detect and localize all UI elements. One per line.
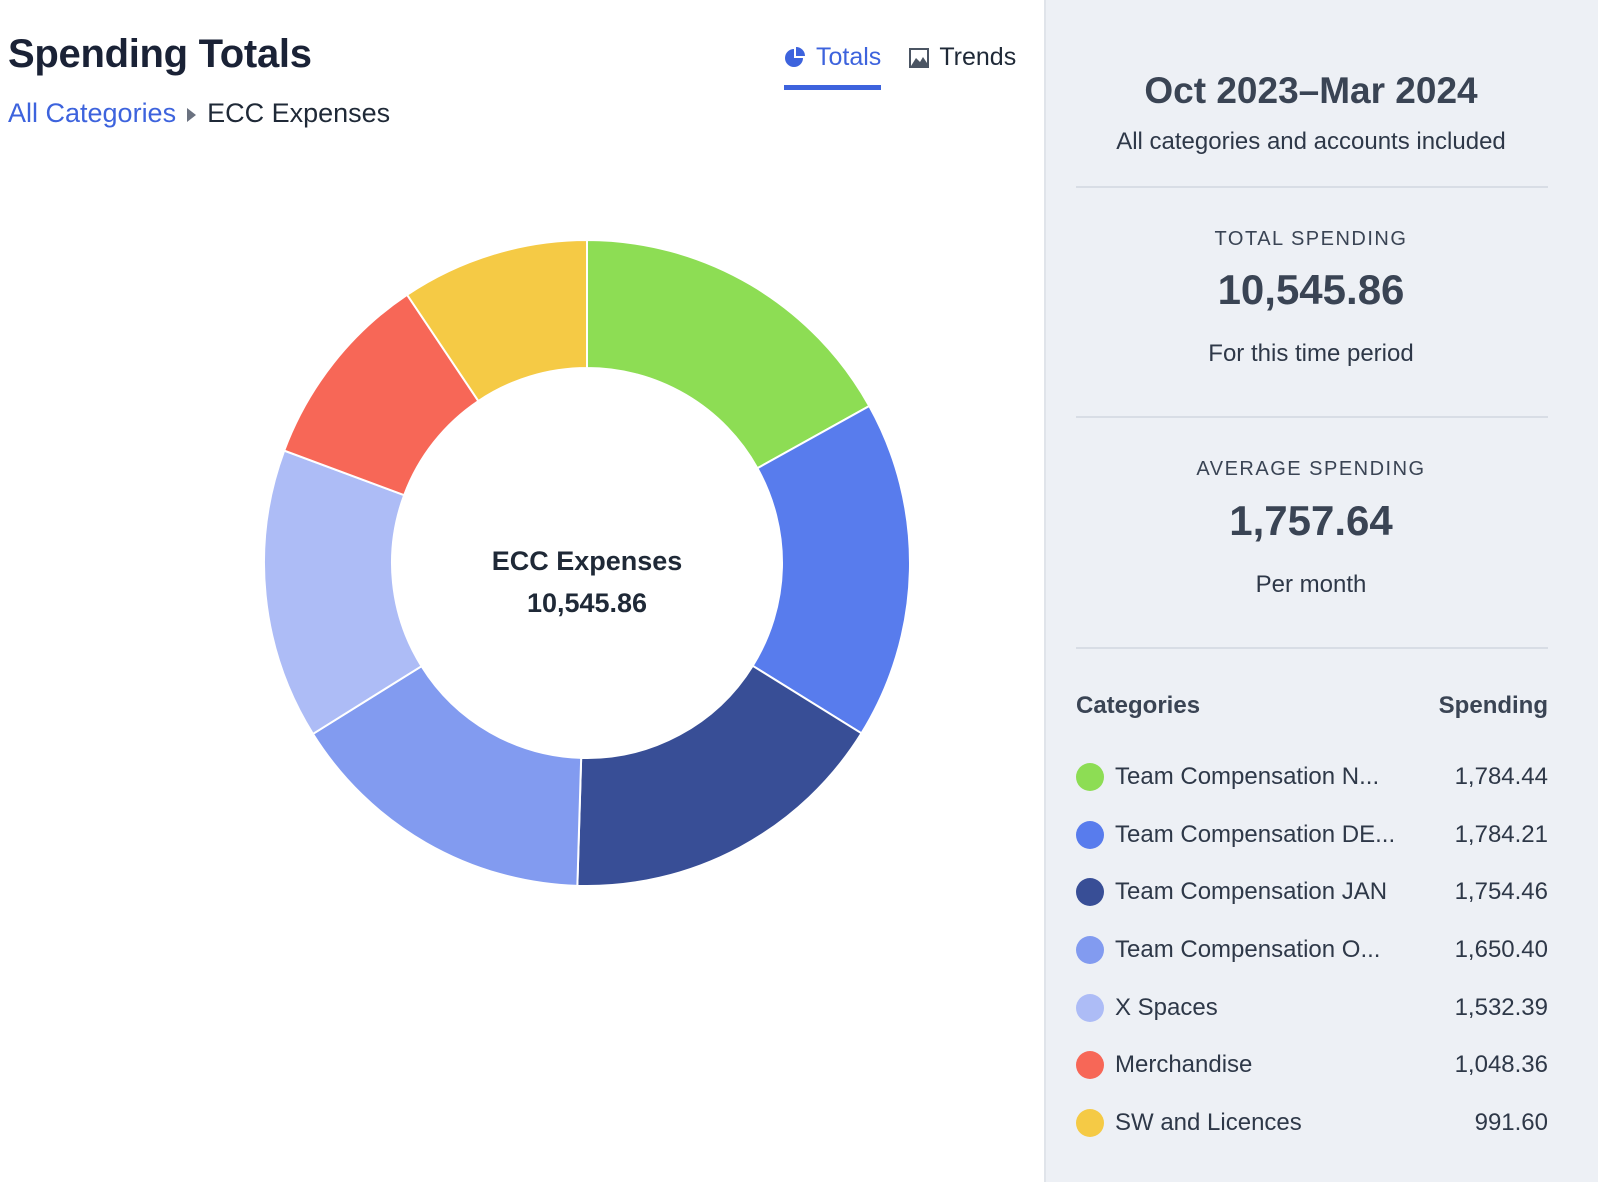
category-row[interactable]: Team Compensation DE... 1,784.21 xyxy=(1076,806,1548,864)
breadcrumb: All Categories ECC Expenses xyxy=(8,98,390,129)
summary-sidebar: Oct 2023–Mar 2024 All categories and acc… xyxy=(1044,0,1598,1182)
category-color-dot xyxy=(1076,935,1104,964)
tab-totals[interactable]: Totals xyxy=(784,36,882,90)
donut-chart xyxy=(262,238,912,888)
tab-totals-label: Totals xyxy=(816,43,882,71)
pie-chart-icon xyxy=(785,46,805,67)
category-name: X Spaces xyxy=(1115,993,1218,1021)
category-color-dot xyxy=(1076,762,1104,791)
category-value: 1,784.21 xyxy=(1454,820,1548,848)
category-name: Team Compensation O... xyxy=(1115,935,1381,963)
average-spending-label: AVERAGE SPENDING xyxy=(1196,458,1426,480)
period-title: Oct 2023–Mar 2024 xyxy=(1144,70,1478,111)
category-name: Merchandise xyxy=(1115,1051,1253,1079)
category-row[interactable]: Team Compensation N... 1,784.44 xyxy=(1076,748,1548,806)
total-spending-label: TOTAL SPENDING xyxy=(1214,228,1408,250)
category-row[interactable]: Team Compensation O... 1,650.40 xyxy=(1076,921,1548,979)
view-tabs: Totals Trends xyxy=(784,36,1016,90)
category-color-dot xyxy=(1076,1051,1104,1080)
category-value: 1,048.36 xyxy=(1454,1051,1548,1079)
average-spending-sub: Per month xyxy=(1255,571,1367,598)
category-row[interactable]: SW and Licences 991.60 xyxy=(1076,1094,1548,1152)
average-spending-value: 1,757.64 xyxy=(1229,497,1393,544)
total-spending-sub: For this time period xyxy=(1208,340,1414,367)
divider xyxy=(1076,416,1548,418)
page-title: Spending Totals xyxy=(8,32,312,76)
category-value: 1,532.39 xyxy=(1454,993,1548,1021)
category-row[interactable]: X Spaces 1,532.39 xyxy=(1076,979,1548,1037)
divider xyxy=(1076,647,1548,649)
tab-trends[interactable]: Trends xyxy=(909,36,1016,90)
category-value: 1,650.40 xyxy=(1454,935,1548,963)
breadcrumb-all-categories-link[interactable]: All Categories xyxy=(8,98,176,129)
category-color-dot xyxy=(1076,820,1104,849)
main-panel: Spending Totals All Categories ECC Expen… xyxy=(0,0,1044,1182)
caret-right-icon xyxy=(187,107,197,122)
category-row[interactable]: Merchandise 1,048.36 xyxy=(1076,1036,1548,1094)
categories-column-header: Categories xyxy=(1076,692,1201,719)
category-name: Team Compensation DE... xyxy=(1115,820,1396,848)
category-color-dot xyxy=(1076,993,1104,1022)
donut-chart-svg xyxy=(263,238,911,887)
spending-column-header: Spending xyxy=(1438,692,1548,719)
breadcrumb-current: ECC Expenses xyxy=(207,98,391,128)
category-color-dot xyxy=(1076,878,1104,907)
period-subtitle: All categories and accounts included xyxy=(1116,128,1506,155)
category-value: 991.60 xyxy=(1474,1108,1548,1136)
divider xyxy=(1076,186,1548,188)
category-color-dot xyxy=(1076,1108,1104,1137)
categories-header: Categories Spending xyxy=(1076,692,1548,720)
category-name: Team Compensation N... xyxy=(1115,762,1380,790)
category-list: Team Compensation N... 1,784.44 Team Com… xyxy=(1076,748,1548,1152)
category-value: 1,784.44 xyxy=(1454,762,1548,790)
image-chart-icon xyxy=(909,47,930,68)
total-spending-value: 10,545.86 xyxy=(1217,266,1405,313)
category-row[interactable]: Team Compensation JAN 1,754.46 xyxy=(1076,863,1548,921)
category-value: 1,754.46 xyxy=(1454,878,1548,906)
category-name: SW and Licences xyxy=(1115,1108,1302,1136)
category-name: Team Compensation JAN xyxy=(1115,878,1388,906)
tab-trends-label: Trends xyxy=(939,43,1017,71)
